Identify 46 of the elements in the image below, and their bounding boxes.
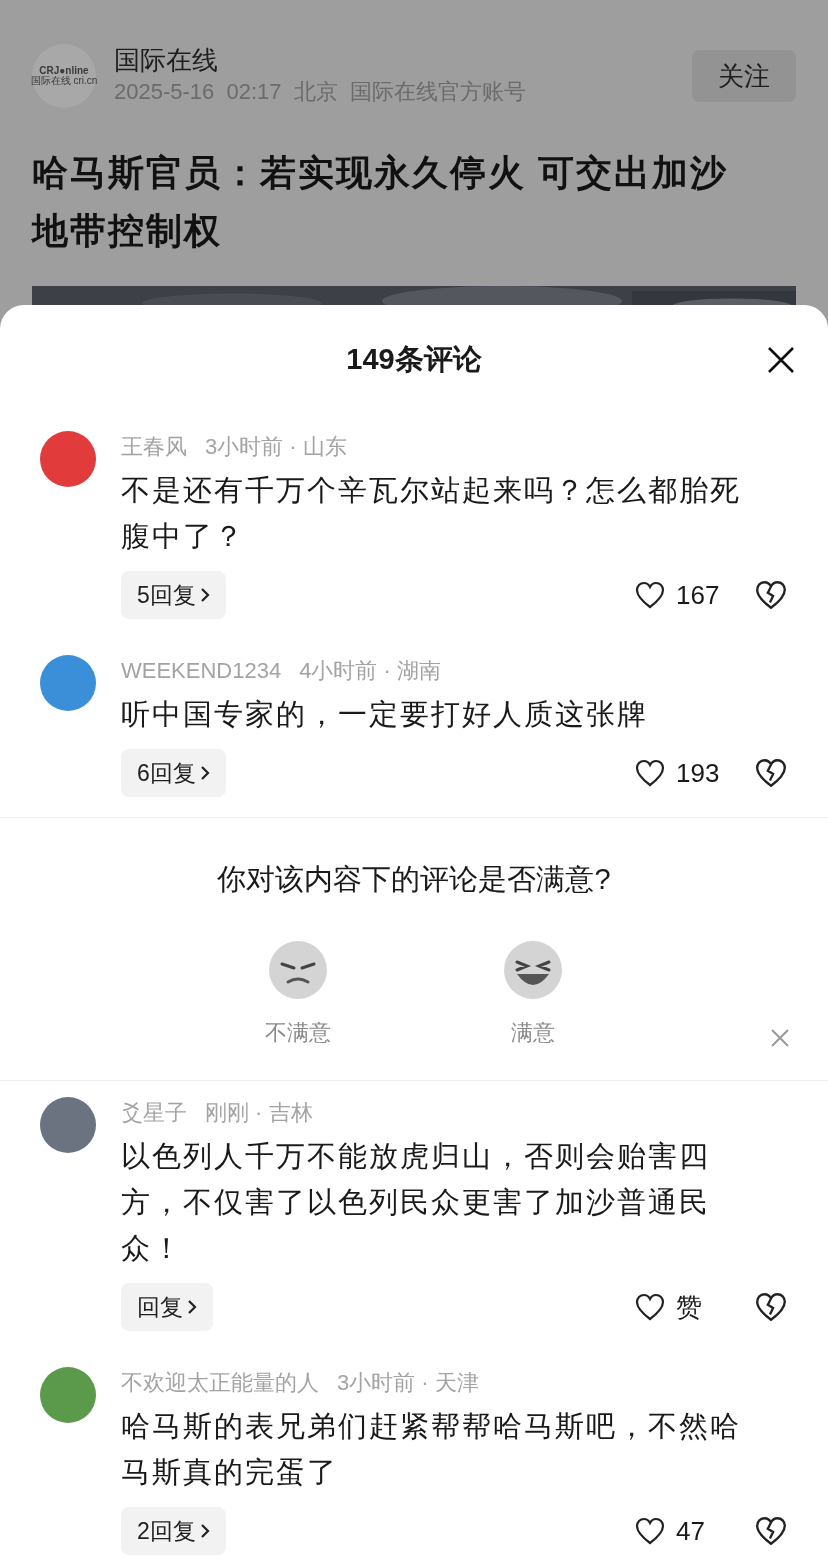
user-avatar[interactable] — [40, 431, 96, 487]
survey-option-label[interactable]: 满意 — [511, 1015, 555, 1049]
like-count: 167 — [676, 578, 720, 612]
like-count: 赞 — [676, 1290, 702, 1324]
replies-button[interactable]: 回复 — [121, 1283, 213, 1331]
comment-time-location: 3小时前 · 天津 — [337, 1369, 479, 1397]
broken-heart-icon[interactable] — [754, 1515, 788, 1547]
logo-subtext: 国际在线 cri.cn — [30, 76, 98, 86]
comment-time-location: 刚刚 · 吉林 — [205, 1099, 313, 1127]
chevron-right-icon — [187, 1299, 197, 1315]
sheet-title: 149条评论 — [346, 342, 482, 378]
heart-icon[interactable] — [634, 758, 666, 788]
comment-text: 听中国专家的，一定要打好人质这张牌 — [121, 697, 649, 732]
comment-text: 哈马斯的表兄弟们赶紧帮帮哈马斯吧，不然哈马斯真的完蛋了 — [121, 1409, 742, 1490]
broken-heart-icon[interactable] — [754, 579, 788, 611]
source-logo[interactable]: CRJ●nline 国际在线 cri.cn — [32, 44, 96, 108]
follow-button[interactable]: 关注 — [692, 50, 796, 102]
replies-button[interactable]: 2回复 — [121, 1507, 226, 1555]
chevron-right-icon — [199, 1523, 210, 1539]
like-count: 47 — [676, 1514, 705, 1548]
comment-text: 以色列人千万不能放虎归山，否则会贻害四方，不仅害了以色列民众更害了加沙普通民众！ — [121, 1139, 711, 1266]
logo-text: CRJ●nline — [39, 66, 89, 76]
close-button[interactable] — [766, 345, 796, 375]
comment-time-location: 3小时前 · 山东 — [205, 433, 347, 461]
survey-question: 你对该内容下的评论是否满意? — [217, 862, 611, 897]
user-avatar[interactable] — [40, 655, 96, 711]
article-title: 哈马斯官员：若实现永久停火 可交出加沙地带控制权 — [32, 151, 729, 253]
user-name[interactable]: 爻星子 — [121, 1097, 187, 1129]
broken-heart-icon[interactable] — [754, 1291, 788, 1323]
laughing-face-icon[interactable] — [503, 939, 563, 1000]
comment-time-location: 4小时前 · 湖南 — [299, 657, 441, 685]
broken-heart-icon[interactable] — [754, 757, 788, 789]
replies-button[interactable]: 5回复 — [121, 571, 226, 619]
unhappy-face-icon[interactable] — [268, 939, 328, 1000]
chevron-right-icon — [199, 587, 210, 603]
heart-icon[interactable] — [634, 1292, 666, 1322]
heart-icon[interactable] — [634, 580, 666, 610]
chevron-right-icon — [199, 765, 210, 781]
heart-icon[interactable] — [634, 1516, 666, 1546]
survey-option-label[interactable]: 不满意 — [265, 1015, 331, 1049]
like-count: 193 — [676, 756, 720, 790]
user-avatar[interactable] — [40, 1097, 96, 1153]
comment-text: 不是还有千万个辛瓦尔站起来吗？怎么都胎死腹中了？ — [121, 473, 742, 554]
replies-button[interactable]: 6回复 — [121, 749, 226, 797]
user-avatar[interactable] — [40, 1367, 96, 1423]
source-name[interactable]: 国际在线 — [114, 44, 674, 76]
